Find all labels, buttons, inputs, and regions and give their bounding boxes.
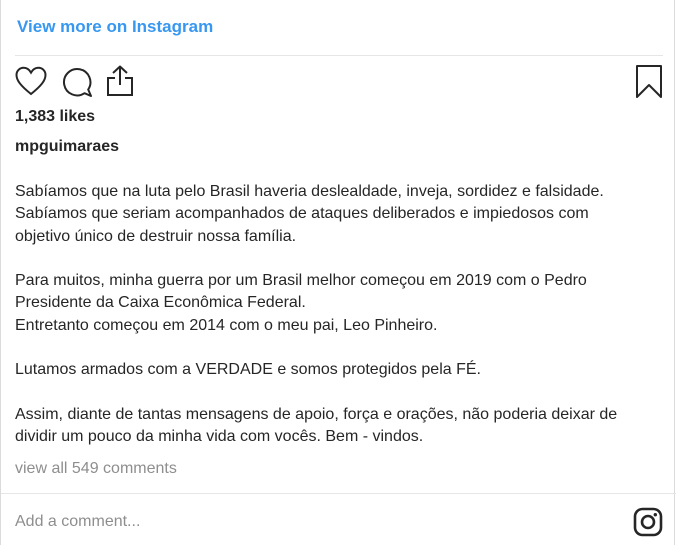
divider (1, 493, 676, 494)
instagram-icon[interactable] (633, 507, 663, 537)
caption-line: Para muitos, minha guerra por um Brasil … (15, 272, 587, 290)
caption-line: Entretanto começou em 2014 com o meu pai… (15, 316, 438, 334)
view-all-comments-link[interactable]: view all 549 comments (15, 460, 177, 478)
add-comment-input[interactable]: Add a comment... (15, 513, 140, 531)
comment-icon[interactable] (61, 66, 93, 98)
post-username[interactable]: mpguimaraes (15, 138, 119, 156)
caption-line: dividir um pouco da minha vida com vocês… (15, 428, 424, 446)
likes-count: 1,383 likes (15, 108, 96, 125)
caption-line: objetivo único de destruir nossa família… (15, 227, 297, 245)
caption-line: Lutamos armados com a VERDADE e somos pr… (15, 361, 481, 379)
caption-line: Sabíamos que na luta pelo Brasil haveria… (15, 183, 604, 200)
heart-icon[interactable] (15, 66, 47, 96)
bookmark-icon[interactable] (635, 65, 663, 99)
post-caption: Sabíamos que na luta pelo Brasil haveria… (15, 181, 665, 449)
share-icon[interactable] (105, 65, 135, 97)
caption-line: Presidente da Caixa Econômica Federal. (15, 294, 306, 312)
instagram-embed-card: View more on Instagram 1,383 likes mpgui… (0, 0, 676, 545)
divider (15, 55, 663, 56)
view-more-on-instagram-link[interactable]: View more on Instagram (17, 17, 213, 37)
caption-line: Sabíamos que seriam acompanhados de ataq… (15, 205, 589, 223)
caption-line: Assim, diante de tantas mensagens de apo… (15, 405, 618, 423)
